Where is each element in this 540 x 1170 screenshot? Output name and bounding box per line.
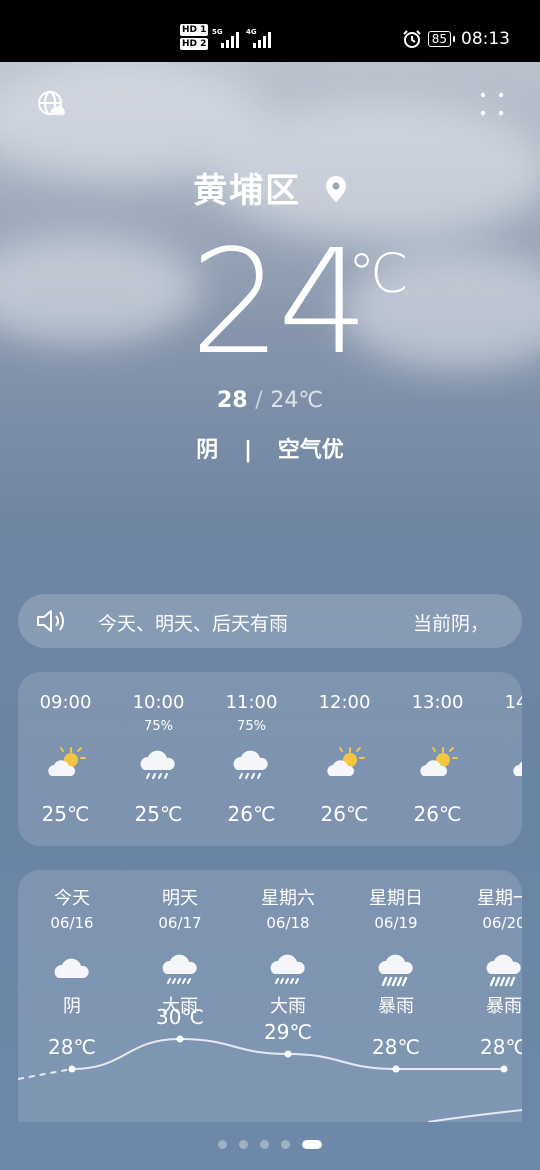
day-high-temp: 28℃ bbox=[480, 1035, 522, 1059]
day-date: 06/18 bbox=[266, 914, 310, 932]
hour-label: 11:00 bbox=[225, 692, 278, 713]
status-bar: HD 1 HD 2 5G 4G 85 08:13 bbox=[0, 0, 540, 62]
air-quality[interactable]: 空气优 bbox=[278, 438, 344, 463]
location-pin-icon bbox=[325, 175, 346, 202]
temp-low: 24℃ bbox=[270, 388, 324, 413]
temp-high: 28 bbox=[216, 388, 248, 413]
page-indicator bbox=[0, 1140, 540, 1149]
hour-label: 10:00 bbox=[132, 692, 185, 713]
day-label: 明天 bbox=[162, 888, 198, 909]
hour-temp: 26℃ bbox=[413, 802, 462, 826]
hd-badges: HD 1 HD 2 bbox=[180, 24, 209, 52]
trend-point bbox=[392, 1065, 400, 1073]
hour-label: 14:00 bbox=[504, 692, 522, 713]
condition-line: 阴 | 空气优 bbox=[0, 432, 540, 464]
day-high-temp: 28℃ bbox=[48, 1035, 96, 1059]
hd1-badge: HD 1 bbox=[180, 24, 209, 36]
day-high-temp: 28℃ bbox=[372, 1035, 420, 1059]
hour-label: 12:00 bbox=[318, 692, 371, 713]
page-dot[interactable] bbox=[218, 1140, 227, 1149]
hour-temp: 25℃ bbox=[134, 802, 183, 826]
condition-divider: | bbox=[243, 438, 253, 463]
trend-line-low bbox=[427, 1109, 522, 1122]
day-condition: 阴 bbox=[63, 996, 81, 1017]
day-label: 星期六 bbox=[261, 888, 315, 909]
day-condition: 暴雨 bbox=[378, 996, 414, 1017]
storm-rain-icon bbox=[377, 950, 417, 988]
city-manage-icon[interactable] bbox=[37, 90, 65, 118]
speaker-icon bbox=[37, 610, 64, 632]
heavy-rain-icon bbox=[269, 950, 309, 988]
temperature-unit: ℃ bbox=[348, 242, 409, 305]
status-right: 85 08:13 bbox=[402, 29, 510, 49]
notice-text: 今天、明天、后天有雨 bbox=[98, 613, 289, 635]
storm-rain-icon bbox=[485, 950, 522, 988]
page-dot[interactable] bbox=[239, 1140, 248, 1149]
clock: 08:13 bbox=[461, 29, 510, 49]
trend-point bbox=[500, 1065, 508, 1073]
hour-temp: 26℃ bbox=[227, 802, 276, 826]
signal-icon-2 bbox=[253, 32, 271, 48]
weather-notice-banner[interactable]: 今天、明天、后天有雨 当前阴， bbox=[18, 594, 522, 648]
day-high-temp: 30℃ bbox=[156, 1005, 204, 1029]
hourly-forecast-card[interactable]: 09:00 25℃ 10:00 75% 25℃ 11:00 75% 26℃ 12… bbox=[18, 672, 522, 846]
weather-condition: 阴 bbox=[196, 438, 219, 463]
page-dot[interactable] bbox=[302, 1140, 322, 1149]
day-date: 06/20 bbox=[482, 914, 522, 932]
hour-label: 09:00 bbox=[39, 692, 92, 713]
day-condition: 暴雨 bbox=[486, 996, 522, 1017]
alarm-icon bbox=[403, 30, 421, 48]
heavy-rain-icon bbox=[161, 950, 201, 988]
trend-point bbox=[68, 1065, 76, 1073]
hour-temp: 26℃ bbox=[320, 802, 369, 826]
day-label: 今天 bbox=[54, 888, 90, 909]
daily-forecast-card[interactable]: 今天 06/16 阴 28℃ 明天 06/17 大雨 30℃ 星期六 06/18… bbox=[18, 870, 522, 1122]
partly-sunny-icon bbox=[510, 744, 522, 784]
page-dot[interactable] bbox=[260, 1140, 269, 1149]
day-label: 星期日 bbox=[369, 888, 423, 909]
location-title[interactable]: 黄埔区 bbox=[0, 163, 540, 212]
day-high-temp: 29℃ bbox=[264, 1020, 312, 1044]
current-temperature: 24 bbox=[190, 218, 369, 386]
trend-line-past bbox=[18, 1068, 73, 1080]
battery-indicator: 85 bbox=[427, 31, 456, 47]
more-options-icon[interactable] bbox=[478, 90, 506, 118]
day-date: 06/16 bbox=[50, 914, 94, 932]
day-label: 星期一 bbox=[477, 888, 522, 909]
signal-icon bbox=[221, 32, 239, 48]
rain-cloud-icon bbox=[138, 744, 180, 784]
day-date: 06/17 bbox=[158, 914, 202, 932]
temp-range: 28 / 24℃ bbox=[0, 388, 540, 413]
partly-sunny-icon bbox=[324, 744, 366, 784]
cloud-icon bbox=[53, 950, 93, 988]
partly-sunny-icon bbox=[45, 744, 87, 784]
day-date: 06/19 bbox=[374, 914, 418, 932]
notice-text-2: 当前阴， bbox=[413, 613, 490, 635]
page-dot[interactable] bbox=[281, 1140, 290, 1149]
hour-temp: 25℃ bbox=[41, 802, 90, 826]
trend-point bbox=[176, 1035, 184, 1043]
trend-point bbox=[284, 1050, 292, 1058]
hour-temp: 2 bbox=[484, 802, 522, 826]
hd2-badge: HD 2 bbox=[180, 38, 209, 50]
partly-sunny-icon bbox=[417, 744, 459, 784]
rain-cloud-icon bbox=[231, 744, 273, 784]
day-condition: 大雨 bbox=[270, 996, 306, 1017]
precip-chance: 75% bbox=[144, 719, 173, 734]
precip-chance: 6 bbox=[484, 719, 522, 734]
location-name: 黄埔区 bbox=[193, 171, 302, 211]
hour-label: 13:00 bbox=[411, 692, 464, 713]
precip-chance: 75% bbox=[237, 719, 266, 734]
range-separator: / bbox=[255, 388, 263, 413]
